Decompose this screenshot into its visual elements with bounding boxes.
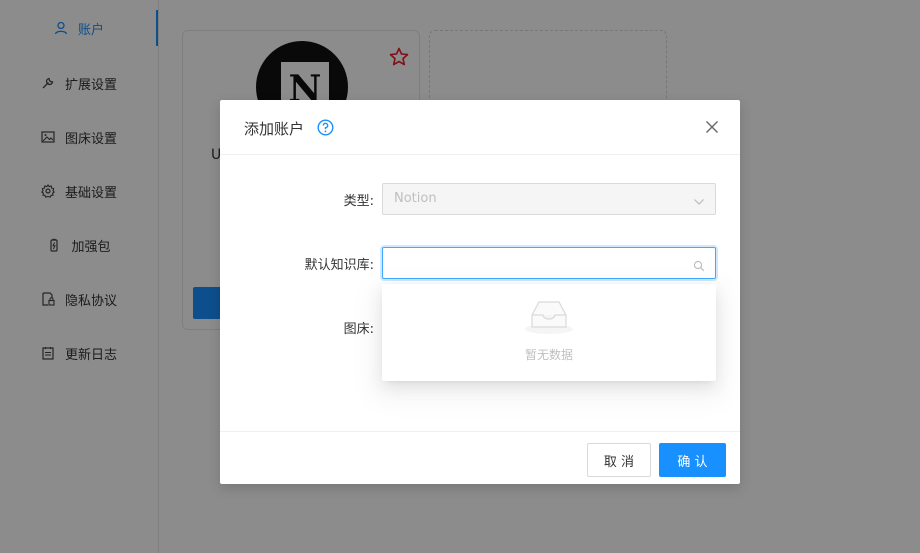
modal-footer: 取 消 确 认	[220, 431, 740, 485]
modal-title: 添加账户	[244, 120, 305, 138]
knowledge-base-input[interactable]	[382, 247, 716, 279]
cancel-button[interactable]: 取 消	[587, 443, 651, 477]
image-bed-label: 图床:	[343, 322, 374, 337]
knowledge-base-label: 默认知识库:	[304, 258, 374, 273]
knowledge-base-search-field[interactable]	[391, 252, 685, 274]
close-icon[interactable]	[704, 119, 720, 135]
app-root: 账户 扩展设置 图床设置 基础设置 加强包 隐私协议 更新日志 N U 添加账户…	[0, 0, 920, 553]
search-icon	[693, 257, 705, 272]
empty-inbox-icon	[522, 296, 576, 336]
type-select-value: Notion	[394, 191, 437, 206]
confirm-button[interactable]: 确 认	[659, 443, 726, 477]
empty-text: 暂无数据	[524, 348, 573, 362]
help-icon[interactable]	[317, 119, 334, 136]
type-select[interactable]: Notion	[382, 183, 716, 215]
type-label: 类型:	[343, 194, 374, 209]
modal-header: 添加账户	[220, 100, 740, 155]
chevron-down-icon	[693, 193, 705, 205]
knowledge-base-dropdown: 暂无数据	[382, 284, 716, 381]
add-account-modal: 添加账户 类型: Notion 默认知识库: 图床: 暂无数据 取 消 确 认	[220, 100, 740, 484]
